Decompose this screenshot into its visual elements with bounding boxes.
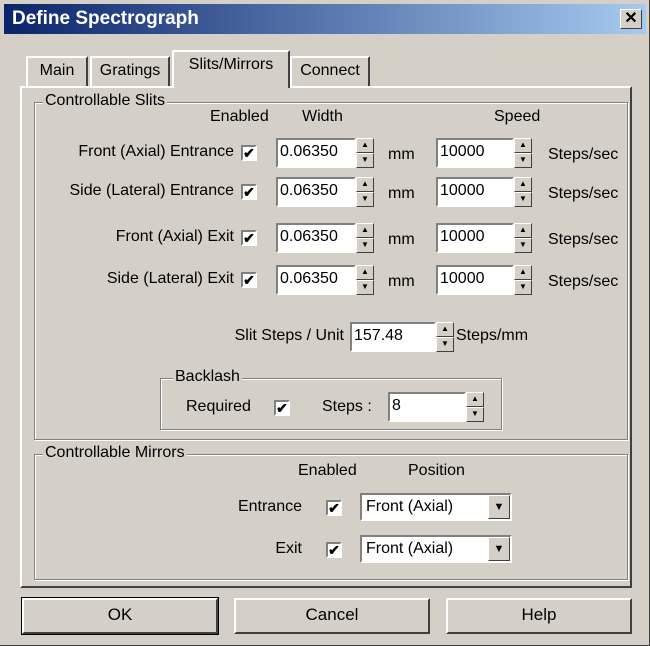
- backlash-required-label: Required: [186, 398, 251, 415]
- mirror-enabled-checkbox-exit[interactable]: ✔: [326, 542, 342, 558]
- spin-down-icon[interactable]: ▼: [466, 407, 484, 422]
- width-unit-label: mm: [388, 231, 415, 248]
- slits-group-title: Controllable Slits: [43, 92, 168, 110]
- mirror-label-entrance: Entrance: [237, 498, 302, 515]
- spin-down-icon[interactable]: ▼: [514, 192, 532, 207]
- ok-button[interactable]: OK: [21, 597, 219, 635]
- dialog-window: Define Spectrograph ✕ Main Gratings Slit…: [0, 0, 650, 646]
- slit-width-stepper-side-entrance[interactable]: 0.06350 ▲ ▼: [276, 177, 374, 207]
- slit-enabled-checkbox-side-entrance[interactable]: ✔: [241, 184, 257, 200]
- spin-up-icon[interactable]: ▲: [514, 265, 532, 280]
- slit-label-side-exit: Side (Lateral) Exit: [106, 270, 234, 287]
- spin-down-icon[interactable]: ▼: [356, 153, 374, 168]
- spin-down-icon[interactable]: ▼: [436, 337, 454, 352]
- spin-down-icon[interactable]: ▼: [356, 280, 374, 295]
- mirrors-group-title: Controllable Mirrors: [43, 444, 187, 462]
- slit-width-input[interactable]: 0.06350: [276, 177, 356, 207]
- slit-width-stepper-front-entrance[interactable]: 0.06350 ▲ ▼: [276, 138, 374, 168]
- mirrors-position-header: Position: [408, 462, 465, 479]
- spin-up-icon[interactable]: ▲: [356, 177, 374, 192]
- dropdown-arrow-icon[interactable]: ▼: [488, 537, 510, 561]
- spin-down-icon[interactable]: ▼: [356, 192, 374, 207]
- backlash-required-checkbox[interactable]: ✔: [274, 400, 290, 416]
- slit-steps-per-unit-stepper[interactable]: 157.48 ▲ ▼: [350, 322, 454, 352]
- slit-width-input[interactable]: 0.06350: [276, 223, 356, 253]
- steps-per-mm-unit-label: Steps/mm: [456, 327, 529, 344]
- spin-down-icon[interactable]: ▼: [356, 238, 374, 253]
- width-unit-label: mm: [388, 273, 415, 290]
- backlash-group-title: Backlash: [173, 368, 242, 386]
- slit-speed-stepper-front-entrance[interactable]: 10000 ▲ ▼: [436, 138, 542, 168]
- speed-unit-label: Steps/sec: [548, 273, 619, 290]
- mirror-position-select-entrance[interactable]: Front (Axial) ▼: [360, 493, 512, 521]
- backlash-steps-label: Steps :: [322, 398, 372, 415]
- slit-width-input[interactable]: 0.06350: [276, 265, 356, 295]
- slit-label-front-entrance: Front (Axial) Entrance: [78, 143, 234, 160]
- spin-up-icon[interactable]: ▲: [356, 223, 374, 238]
- slit-label-side-entrance: Side (Lateral) Entrance: [69, 182, 234, 199]
- width-unit-label: mm: [388, 185, 415, 202]
- slit-width-stepper-front-exit[interactable]: 0.06350 ▲ ▼: [276, 223, 374, 253]
- mirror-position-value: Front (Axial): [366, 498, 454, 515]
- slit-enabled-checkbox-side-exit[interactable]: ✔: [241, 272, 257, 288]
- backlash-steps-input[interactable]: 8: [388, 392, 466, 422]
- spin-up-icon[interactable]: ▲: [466, 392, 484, 407]
- spin-up-icon[interactable]: ▲: [514, 177, 532, 192]
- slit-speed-input[interactable]: 10000: [436, 138, 514, 168]
- mirror-label-exit: Exit: [275, 540, 302, 557]
- slit-enabled-checkbox-front-exit[interactable]: ✔: [241, 230, 257, 246]
- dropdown-arrow-icon[interactable]: ▼: [488, 495, 510, 519]
- mirror-enabled-checkbox-entrance[interactable]: ✔: [326, 500, 342, 516]
- slits-speed-header: Speed: [494, 108, 541, 125]
- tab-connect[interactable]: Connect: [290, 56, 370, 86]
- spin-down-icon[interactable]: ▼: [514, 153, 532, 168]
- spin-up-icon[interactable]: ▲: [514, 223, 532, 238]
- speed-unit-label: Steps/sec: [548, 231, 619, 248]
- slit-speed-stepper-side-entrance[interactable]: 10000 ▲ ▼: [436, 177, 542, 207]
- tab-slits-mirrors[interactable]: Slits/Mirrors: [172, 50, 290, 88]
- tab-main[interactable]: Main: [26, 56, 88, 86]
- title-bar: Define Spectrograph ✕: [4, 4, 646, 34]
- mirror-position-select-exit[interactable]: Front (Axial) ▼: [360, 535, 512, 563]
- mirror-position-value: Front (Axial): [366, 540, 454, 557]
- spin-down-icon[interactable]: ▼: [514, 280, 532, 295]
- mirrors-enabled-header: Enabled: [298, 462, 357, 479]
- help-button[interactable]: Help: [446, 598, 632, 634]
- backlash-steps-stepper[interactable]: 8 ▲ ▼: [388, 392, 484, 422]
- slit-speed-input[interactable]: 10000: [436, 223, 514, 253]
- speed-unit-label: Steps/sec: [548, 185, 619, 202]
- slit-steps-per-unit-label: Slit Steps / Unit: [234, 327, 344, 344]
- slits-enabled-header: Enabled: [210, 108, 269, 125]
- spin-up-icon[interactable]: ▲: [356, 138, 374, 153]
- slit-steps-per-unit-input[interactable]: 157.48: [350, 322, 436, 352]
- tab-gratings[interactable]: Gratings: [90, 56, 170, 86]
- slit-speed-stepper-front-exit[interactable]: 10000 ▲ ▼: [436, 223, 542, 253]
- slit-speed-input[interactable]: 10000: [436, 177, 514, 207]
- slit-speed-stepper-side-exit[interactable]: 10000 ▲ ▼: [436, 265, 542, 295]
- close-button[interactable]: ✕: [620, 9, 642, 29]
- spin-up-icon[interactable]: ▲: [356, 265, 374, 280]
- slit-width-stepper-side-exit[interactable]: 0.06350 ▲ ▼: [276, 265, 374, 295]
- slit-enabled-checkbox-front-entrance[interactable]: ✔: [241, 145, 257, 161]
- spin-up-icon[interactable]: ▲: [436, 322, 454, 337]
- slit-width-input[interactable]: 0.06350: [276, 138, 356, 168]
- width-unit-label: mm: [388, 146, 415, 163]
- slits-width-header: Width: [302, 108, 343, 125]
- spin-down-icon[interactable]: ▼: [514, 238, 532, 253]
- slit-label-front-exit: Front (Axial) Exit: [115, 228, 234, 245]
- slit-speed-input[interactable]: 10000: [436, 265, 514, 295]
- spin-up-icon[interactable]: ▲: [514, 138, 532, 153]
- cancel-button[interactable]: Cancel: [234, 598, 430, 634]
- window-title: Define Spectrograph: [12, 8, 199, 29]
- speed-unit-label: Steps/sec: [548, 146, 619, 163]
